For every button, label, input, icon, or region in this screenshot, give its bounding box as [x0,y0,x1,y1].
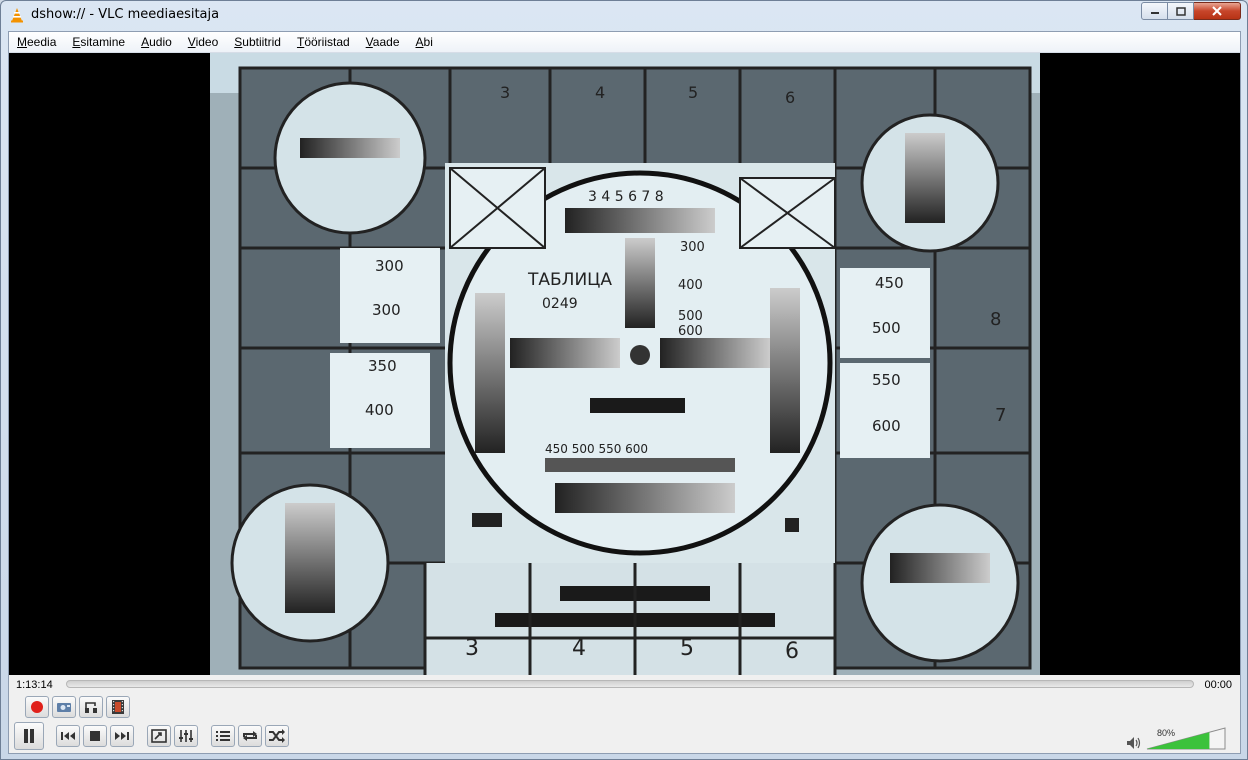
playlist-icon [216,731,230,741]
pattern-center-value: 400 [678,278,703,293]
record-icon [31,701,43,713]
menu-label: bi [423,35,433,49]
loop-button[interactable] [238,725,262,747]
pattern-center-value: 500 [678,309,703,324]
menu-audio[interactable]: Audio [133,32,180,52]
menu-accel: V [365,35,373,49]
pattern-center-value: 600 [678,324,703,339]
vlc-cone-icon [11,8,23,23]
maximize-button[interactable] [1168,2,1194,20]
pause-icon [24,729,34,743]
menu-meedia[interactable]: Meedia [9,32,64,52]
close-icon [1212,6,1222,16]
menu-tooriistad[interactable]: Tööriistad [289,32,358,52]
menu-bar: Meedia Esitamine Audio Video Subtiitrid … [9,32,1240,53]
pattern-right-value: 550 [872,371,901,389]
pattern-center-value: 300 [680,240,705,255]
pattern-right-value: 600 [872,417,901,435]
extended-settings-button[interactable] [174,725,198,747]
pattern-center-title: ТАБЛИЦА [527,270,612,290]
time-row: 1:13:14 00:00 [9,676,1240,694]
menu-accel: A [415,35,424,49]
title-bar[interactable]: dshow:// - VLC meediaesitaja [1,1,1247,29]
menu-accel: M [17,35,27,49]
fullscreen-button[interactable] [147,725,171,747]
speaker-icon[interactable] [1126,736,1142,750]
pattern-bottom-number: 5 [680,636,694,661]
pause-button[interactable] [14,722,44,750]
pattern-top-number: 6 [785,88,795,107]
loop-ab-button[interactable] [79,696,103,718]
client-area: Meedia Esitamine Audio Video Subtiitrid … [8,31,1241,754]
volume-slider[interactable] [1145,726,1227,750]
pattern-side-letter: 8 [990,309,1001,330]
caption-buttons [1141,2,1241,20]
test-pattern-image: 3 4 5 6 3 4 5 6 7 8 ТАБЛИЦА 0249 300 400… [210,53,1040,675]
menu-accel: V [187,35,196,49]
pattern-top-number: 5 [688,83,698,102]
minimize-button[interactable] [1141,2,1168,20]
menu-label: ideo [195,35,219,49]
video-frame: 3 4 5 6 3 4 5 6 7 8 ТАБЛИЦА 0249 300 400… [210,53,1040,675]
pattern-left-value: 300 [375,257,404,275]
maximize-icon [1175,6,1186,16]
menu-subtiitrid[interactable]: Subtiitrid [226,32,289,52]
pattern-bottom-number: 4 [572,636,586,661]
shuffle-button[interactable] [265,725,289,747]
menu-label: eedia [27,35,57,49]
close-button[interactable] [1194,2,1241,20]
total-time[interactable]: 00:00 [1204,679,1232,691]
menu-label: ubtiitrid [242,35,281,49]
minimize-icon [1150,12,1159,14]
menu-abi[interactable]: Abi [408,32,441,52]
vlc-window: dshow:// - VLC meediaesitaja Meedia Esit… [0,0,1248,760]
record-button[interactable] [25,696,49,718]
menu-label: udio [149,35,172,49]
menu-label: ööriistad [304,35,350,49]
snapshot-button[interactable] [52,696,76,718]
pattern-bottom-number: 3 [465,636,479,661]
equalizer-icon [179,730,193,742]
elapsed-time[interactable]: 1:13:14 [16,679,53,691]
pattern-left-value: 300 [372,301,401,319]
menu-vaade[interactable]: Vaade [358,32,408,52]
menu-accel: A [141,35,150,49]
pattern-right-value: 450 [875,274,904,292]
frame-by-frame-button[interactable] [106,696,130,718]
stop-button[interactable] [83,725,107,747]
pattern-left-value: 400 [365,401,394,419]
loop-ab-icon [85,702,97,713]
film-frame-icon [112,700,124,714]
menu-video[interactable]: Video [180,32,226,52]
fullscreen-icon [151,729,167,743]
shuffle-icon [269,729,285,743]
pattern-top-number: 4 [595,83,605,102]
menu-label: aade [372,35,400,49]
next-button[interactable] [110,725,134,747]
stop-icon [90,731,100,741]
pattern-bottom-scale: 450 500 550 600 [545,442,648,456]
camera-icon [57,703,71,712]
seek-slider[interactable] [66,680,1194,688]
menu-esitamine[interactable]: Esitamine [64,32,133,52]
pattern-center-scale: 3 4 5 6 7 8 [588,189,664,205]
pattern-top-number: 3 [500,83,510,102]
menu-label: sitamine [80,35,126,49]
pattern-center-sub: 0249 [542,296,578,312]
window-title: dshow:// - VLC meediaesitaja [31,7,220,22]
video-area[interactable]: 3 4 5 6 3 4 5 6 7 8 ТАБЛИЦА 0249 300 400… [9,53,1240,675]
playlist-button[interactable] [211,725,235,747]
skip-back-icon [61,732,75,740]
pattern-right-value: 500 [872,319,901,337]
pattern-bottom-number: 6 [785,639,799,664]
pattern-side-letter: 7 [995,405,1006,426]
previous-button[interactable] [56,725,80,747]
skip-forward-icon [115,732,129,740]
loop-icon [243,731,257,741]
pattern-left-value: 350 [368,357,397,375]
